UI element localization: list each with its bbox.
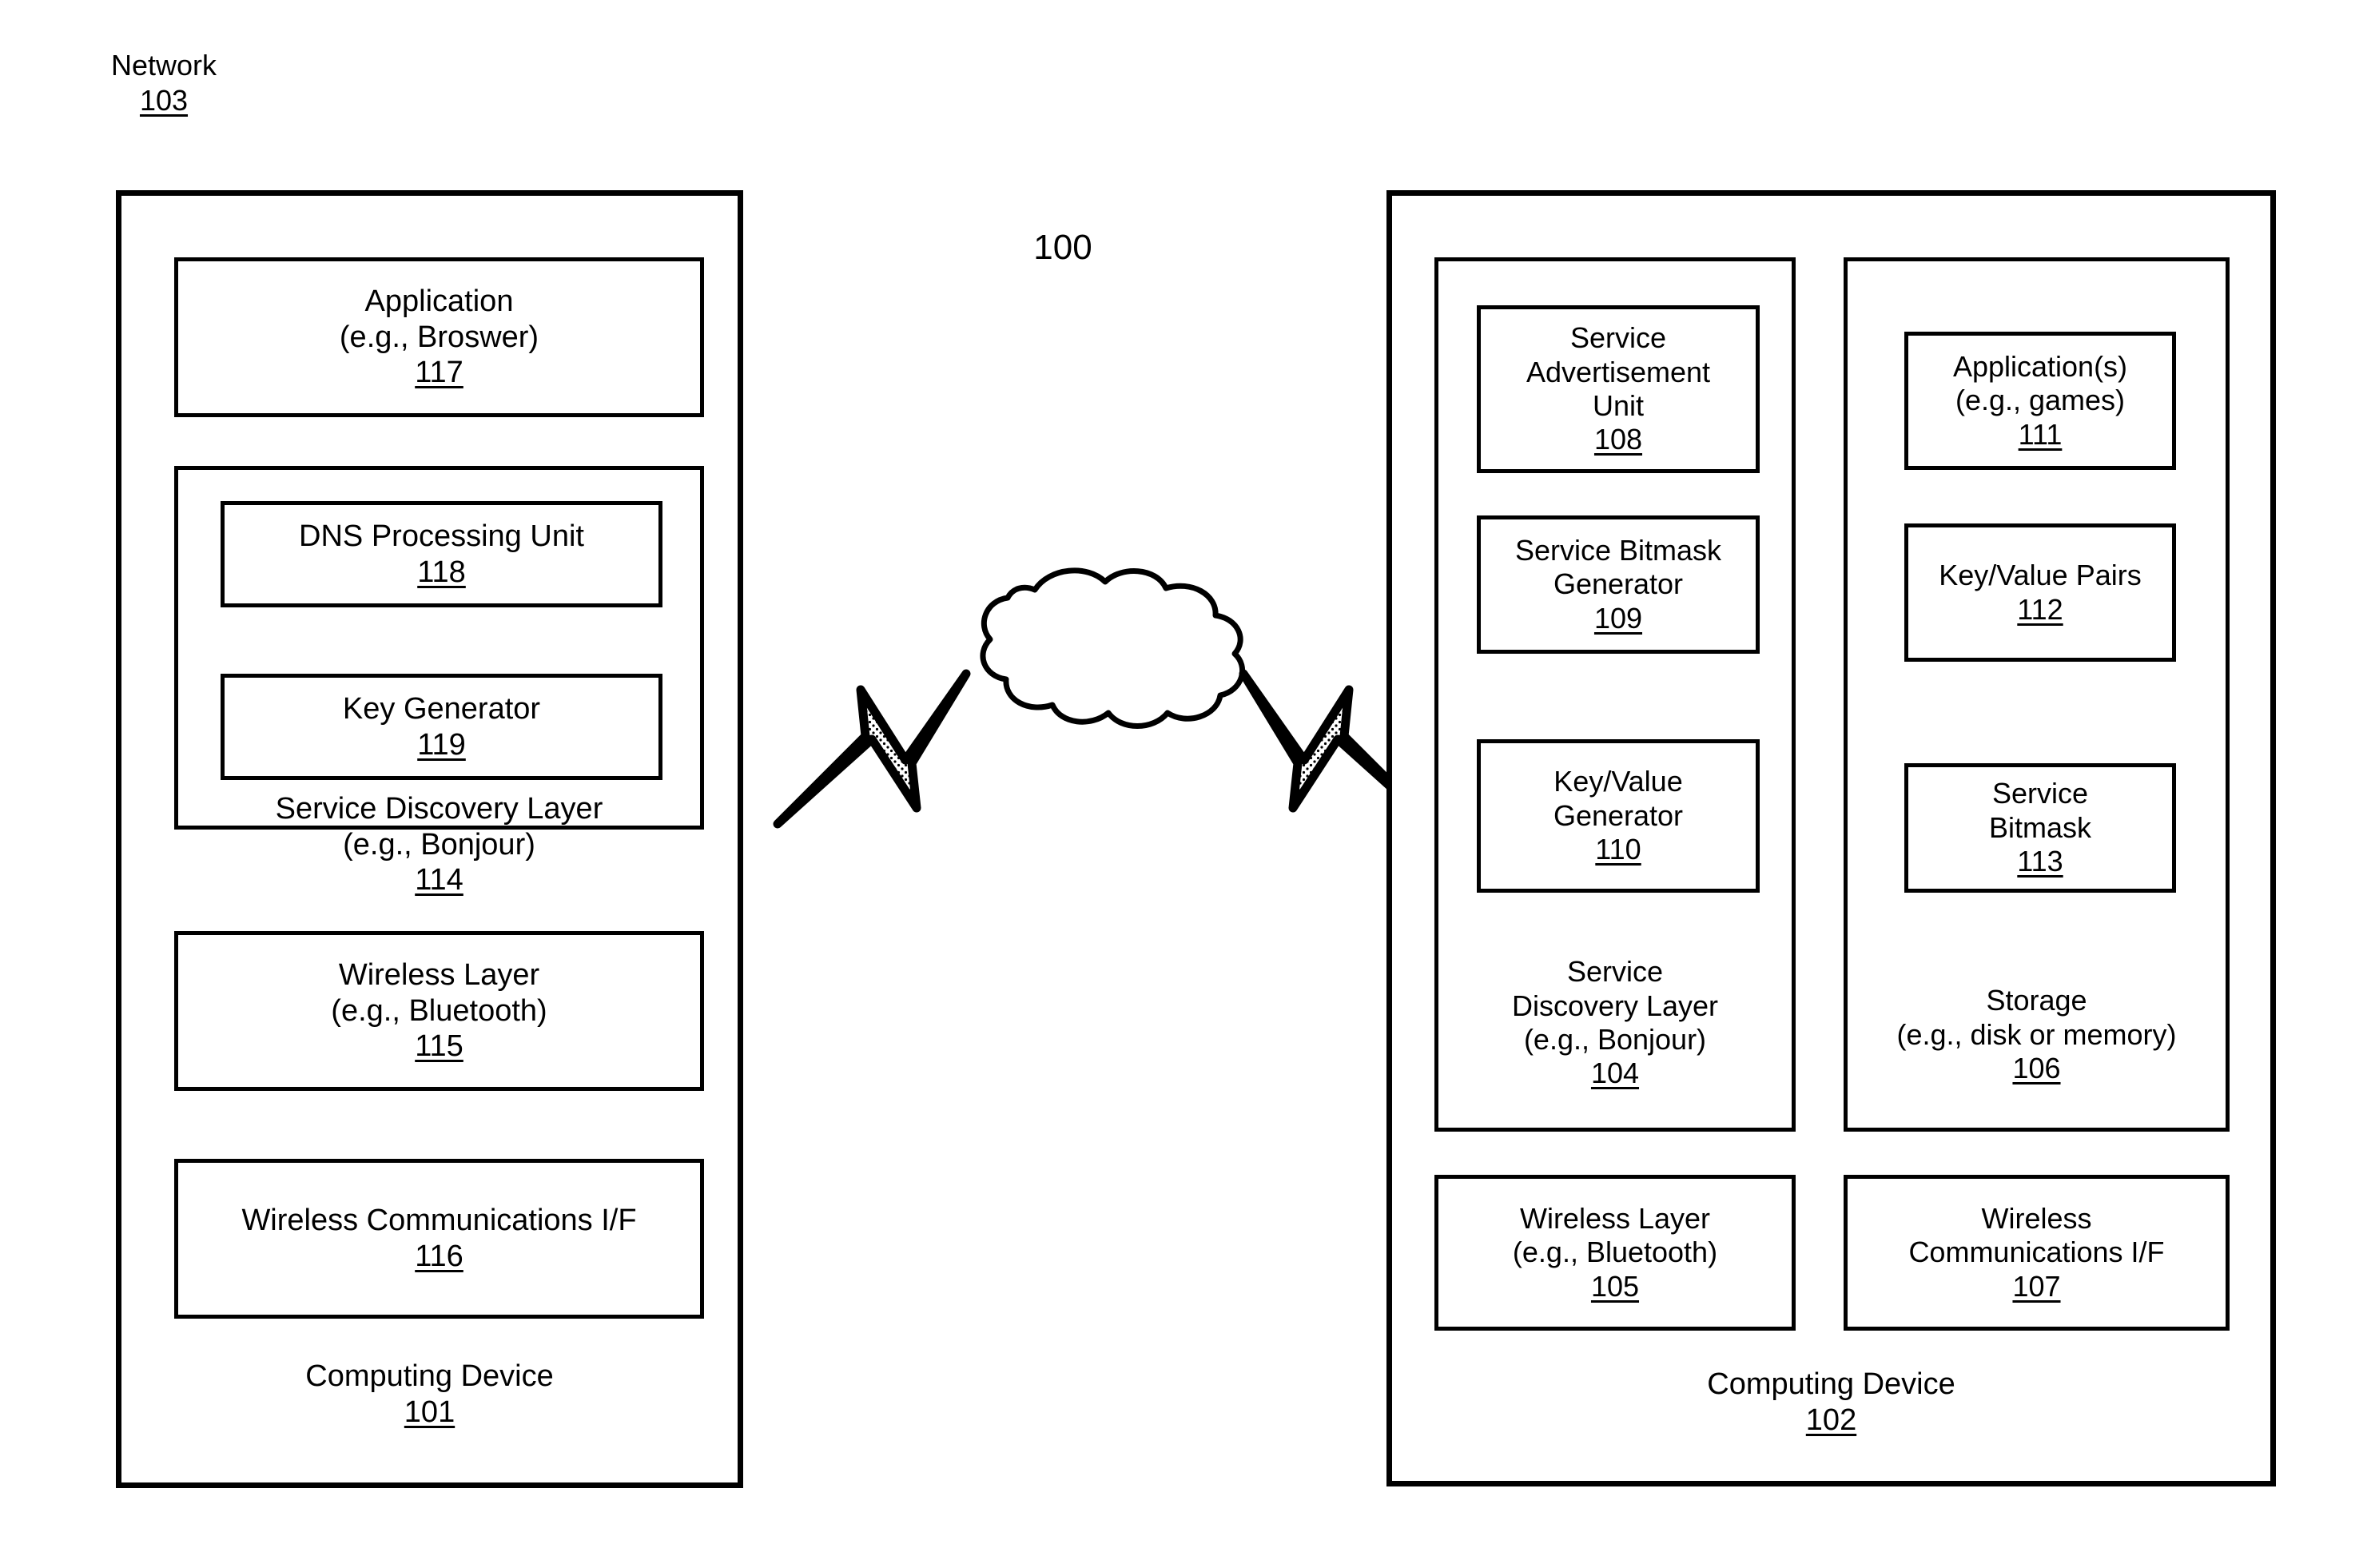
storage-106-label: Storage (e.g., disk or memory) 106 bbox=[1844, 971, 2230, 1099]
service-discovery-layer-114-line2: (e.g., Bonjour) bbox=[343, 827, 535, 862]
key-generator-119-ref: 119 bbox=[417, 727, 466, 762]
service-bitmask-113-line1: Service bbox=[1991, 777, 2089, 810]
applications-111-line2: (e.g., games) bbox=[1955, 384, 2126, 417]
applications-111-line1: Application(s) bbox=[1952, 349, 2128, 383]
wireless-comm-if-107-line1: Wireless bbox=[1981, 1201, 2092, 1235]
applications-111-label: Application(s) (e.g., games) 111 bbox=[1904, 332, 2176, 470]
service-discovery-layer-114-ref: 114 bbox=[415, 863, 463, 897]
wireless-layer-115-label: Wireless Layer (e.g., Bluetooth) 115 bbox=[174, 931, 704, 1091]
computing-device-101-ref: 101 bbox=[404, 1395, 456, 1429]
key-value-generator-110-ref: 110 bbox=[1595, 833, 1641, 866]
key-value-pairs-112-ref: 112 bbox=[2017, 592, 2063, 626]
patent-figure-100: 100 Application (e.g., Broswer) 117 DNS … bbox=[0, 0, 2375, 1568]
dns-processing-unit-118-ref: 118 bbox=[417, 555, 466, 589]
service-bitmask-generator-109-line1: Service Bitmask bbox=[1514, 533, 1722, 567]
wireless-comm-if-116-line1: Wireless Communications I/F bbox=[241, 1204, 637, 1238]
service-advertisement-unit-108-label: Service Advertisement Unit 108 bbox=[1477, 305, 1760, 473]
wireless-layer-115-line2: (e.g., Bluetooth) bbox=[331, 993, 547, 1028]
application-117-line1: Application bbox=[364, 284, 514, 318]
service-discovery-layer-114-line1: Service Discovery Layer bbox=[275, 791, 603, 826]
key-value-generator-110-line1: Key/Value bbox=[1553, 765, 1683, 798]
wireless-layer-105-line2: (e.g., Bluetooth) bbox=[1512, 1236, 1718, 1269]
wireless-layer-105-ref: 105 bbox=[1590, 1269, 1640, 1303]
computing-device-101-label: Computing Device 101 bbox=[116, 1351, 743, 1439]
wireless-layer-115-ref: 115 bbox=[415, 1029, 463, 1064]
wireless-layer-105-line1: Wireless Layer bbox=[1519, 1201, 1711, 1235]
wireless-comm-if-107-line2: Communications I/F bbox=[1908, 1236, 2165, 1269]
dns-processing-unit-118-line1: DNS Processing Unit bbox=[299, 519, 584, 553]
storage-106-line1: Storage bbox=[1986, 984, 2087, 1017]
key-generator-119-label: Key Generator 119 bbox=[221, 674, 662, 780]
service-discovery-layer-114-label: Service Discovery Layer (e.g., Bonjour) … bbox=[174, 785, 704, 905]
network-label: Network 103 bbox=[0, 48, 328, 118]
service-advertisement-unit-108-line1: Service bbox=[1569, 321, 1667, 355]
key-value-pairs-112-label: Key/Value Pairs 112 bbox=[1904, 523, 2176, 662]
service-advertisement-unit-108-line2: Advertisement bbox=[1526, 355, 1711, 388]
service-discovery-layer-104-label: Service Discovery Layer (e.g., Bonjour) … bbox=[1434, 943, 1796, 1103]
network-name: Network bbox=[110, 49, 217, 82]
wireless-comm-if-107-ref: 107 bbox=[2012, 1269, 2061, 1303]
service-discovery-layer-104-ref: 104 bbox=[1590, 1057, 1640, 1090]
key-value-generator-110-label: Key/Value Generator 110 bbox=[1477, 739, 1760, 893]
wireless-comm-if-116-ref: 116 bbox=[415, 1240, 463, 1273]
service-discovery-layer-104-line3: (e.g., Bonjour) bbox=[1523, 1023, 1707, 1056]
key-value-generator-110-line2: Generator bbox=[1553, 798, 1684, 832]
cloud-icon bbox=[939, 559, 1267, 735]
network-ref: 103 bbox=[139, 83, 189, 117]
application-117-line2: (e.g., Broswer) bbox=[339, 320, 539, 354]
computing-device-101-title: Computing Device bbox=[305, 1359, 554, 1394]
wireless-comm-if-116-label: Wireless Communications I/F 116 bbox=[174, 1159, 704, 1319]
service-advertisement-unit-108-line3: Unit bbox=[1592, 389, 1645, 422]
computing-device-102-title: Computing Device bbox=[1707, 1367, 1955, 1402]
wireless-layer-105-label: Wireless Layer (e.g., Bluetooth) 105 bbox=[1434, 1175, 1796, 1331]
application-117-label: Application (e.g., Broswer) 117 bbox=[174, 257, 704, 417]
service-bitmask-113-label: Service Bitmask 113 bbox=[1904, 763, 2176, 893]
dns-processing-unit-118-label: DNS Processing Unit 118 bbox=[221, 501, 662, 607]
service-advertisement-unit-108-ref: 108 bbox=[1593, 423, 1643, 456]
service-bitmask-113-line2: Bitmask bbox=[1988, 810, 2092, 844]
applications-111-ref: 111 bbox=[2018, 417, 2063, 451]
service-bitmask-generator-109-ref: 109 bbox=[1593, 601, 1643, 635]
service-discovery-layer-104-line1: Service bbox=[1566, 955, 1664, 989]
storage-106-ref: 106 bbox=[2012, 1052, 2061, 1085]
application-117-ref: 117 bbox=[415, 356, 463, 390]
computing-device-102-label: Computing Device 102 bbox=[1386, 1359, 2276, 1447]
service-discovery-layer-104-line2: Discovery Layer bbox=[1511, 989, 1719, 1022]
computing-device-102-ref: 102 bbox=[1805, 1403, 1857, 1437]
figure-number: 100 bbox=[1033, 228, 1092, 267]
storage-106-line2: (e.g., disk or memory) bbox=[1896, 1017, 2177, 1051]
lightning-bolt-icon-left bbox=[771, 659, 979, 835]
service-bitmask-generator-109-line2: Generator bbox=[1553, 567, 1684, 601]
wireless-layer-115-line1: Wireless Layer bbox=[338, 957, 540, 992]
key-generator-119-line1: Key Generator bbox=[342, 691, 541, 726]
key-value-pairs-112-line1: Key/Value Pairs bbox=[1939, 559, 2142, 592]
wireless-comm-if-107-label: Wireless Communications I/F 107 bbox=[1844, 1175, 2230, 1331]
service-bitmask-generator-109-label: Service Bitmask Generator 109 bbox=[1477, 515, 1760, 654]
service-bitmask-113-ref: 113 bbox=[2017, 845, 2063, 878]
